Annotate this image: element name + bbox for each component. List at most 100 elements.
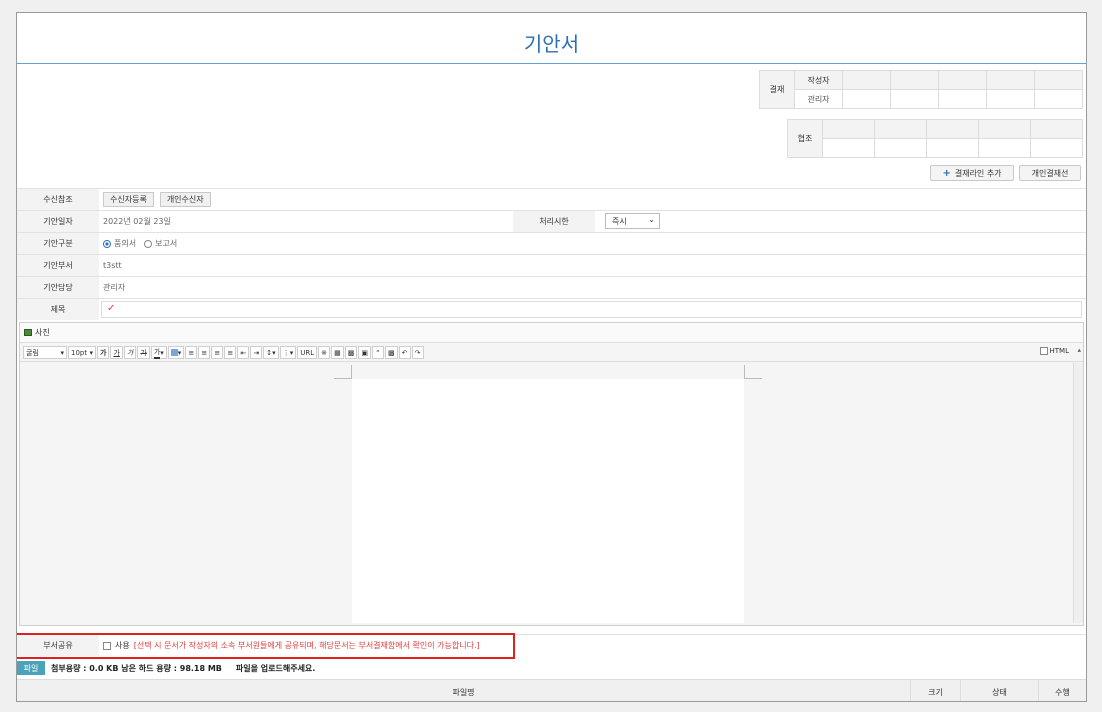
- coop-slot-head[interactable]: [822, 119, 875, 139]
- personal-approval-line-button[interactable]: 개인결재선: [1019, 165, 1081, 181]
- personal-approval-line-label: 개인결재선: [1031, 168, 1069, 178]
- background-icon[interactable]: ▩: [384, 346, 398, 359]
- register-receiver-button[interactable]: 수신자등록: [103, 192, 154, 207]
- col-filename: 파일명: [452, 687, 475, 697]
- approval-side-label: 결재: [759, 70, 795, 109]
- add-approval-line-label: 결재라인 추가: [954, 168, 1002, 178]
- redo-icon[interactable]: ↷: [411, 346, 424, 359]
- receiver-ref-label: 수신참조: [17, 189, 99, 210]
- manager-row: 기안담당 관리자: [17, 276, 1086, 298]
- align-justify-icon[interactable]: ≡: [224, 346, 237, 359]
- personal-receiver-button[interactable]: 개인수신자: [159, 192, 211, 207]
- align-left-icon[interactable]: ≡: [185, 346, 198, 359]
- table-icon[interactable]: ▦: [331, 346, 344, 359]
- coop-slot-head[interactable]: [978, 119, 1031, 139]
- image-insert-icon[interactable]: ▣: [358, 346, 371, 359]
- chevron-down-icon: ▾: [60, 348, 64, 357]
- add-approval-line-button[interactable]: + 결재라인 추가: [930, 165, 1014, 181]
- approval-slot[interactable]: [938, 89, 987, 109]
- file-button[interactable]: 파일: [17, 661, 45, 675]
- coop-slot-head[interactable]: [874, 119, 927, 139]
- font-color-button[interactable]: 가 ▾: [150, 346, 167, 359]
- radio-report[interactable]: [144, 239, 153, 248]
- outdent-icon[interactable]: ⇤: [237, 346, 250, 359]
- special-char-icon[interactable]: ※: [318, 346, 331, 359]
- approval-slot-role[interactable]: [890, 70, 939, 90]
- coop-slot-head[interactable]: [926, 119, 979, 139]
- approval-slot[interactable]: [842, 89, 891, 109]
- approval-table: 결재 작성자 관리자: [759, 70, 1083, 109]
- highlight-box: [17, 633, 515, 659]
- deadline-select[interactable]: 즉시 ⌄: [605, 213, 660, 229]
- coop-slot-head[interactable]: [1030, 119, 1083, 139]
- html-checkbox[interactable]: [1039, 347, 1048, 355]
- image-icon: [24, 329, 32, 336]
- approval-slot[interactable]: [1034, 89, 1083, 109]
- dept-row: 기안부서 t3stt: [17, 254, 1086, 276]
- collapse-icon[interactable]: ▴: [1077, 346, 1081, 354]
- draft-date-value: 2022년 02월 23일: [103, 217, 171, 226]
- photo-button[interactable]: 사진: [35, 327, 50, 338]
- align-right-icon[interactable]: ≡: [211, 346, 224, 359]
- bg-color-icon: [170, 349, 178, 356]
- manager-label: 기안담당: [17, 277, 99, 298]
- undo-icon[interactable]: ↶: [398, 346, 411, 359]
- coop-slot[interactable]: [1030, 138, 1083, 158]
- date-icon[interactable]: ▩: [344, 346, 358, 359]
- receiver-ref-buttons: 수신자등록 개인수신자: [103, 189, 217, 210]
- approval-slot-role[interactable]: [1034, 70, 1083, 90]
- coop-slot[interactable]: [822, 138, 875, 158]
- page-corner-left: [334, 365, 352, 379]
- bg-color-button[interactable]: ▾: [167, 346, 185, 359]
- italic-button[interactable]: 가: [123, 346, 137, 359]
- quote-icon[interactable]: “: [371, 346, 384, 359]
- indent-icon[interactable]: ⇥: [250, 346, 263, 359]
- approval-slot-role[interactable]: [938, 70, 987, 90]
- editor-scrollbar[interactable]: [1073, 363, 1083, 623]
- approval-slot-role[interactable]: [842, 70, 891, 90]
- approval-slot-role[interactable]: [986, 70, 1035, 90]
- approval-name: 관리자: [794, 89, 843, 109]
- approval-slot[interactable]: [890, 89, 939, 109]
- coop-slot[interactable]: [874, 138, 927, 158]
- plus-icon: +: [942, 167, 951, 179]
- col-status: 상태: [960, 680, 1038, 701]
- col-size: 크기: [910, 680, 960, 701]
- line-height-icon[interactable]: ↕▾: [263, 346, 279, 359]
- dept-value: t3stt: [103, 261, 122, 270]
- coop-slot[interactable]: [978, 138, 1031, 158]
- url-button[interactable]: URL: [297, 346, 318, 359]
- radio-proposal[interactable]: [103, 239, 111, 248]
- coop-side-label: 협조: [787, 119, 823, 158]
- list-icon[interactable]: ⋮▾: [279, 346, 297, 359]
- align-center-icon[interactable]: ≡: [198, 346, 211, 359]
- strike-button[interactable]: 가: [137, 346, 150, 359]
- chevron-down-icon: ▾: [160, 348, 164, 357]
- coop-slot[interactable]: [926, 138, 979, 158]
- deadline-label: 처리시한: [513, 211, 595, 232]
- approval-slot[interactable]: [986, 89, 1035, 109]
- editor-page[interactable]: [352, 379, 744, 623]
- cooperation-table: 협조: [787, 119, 1083, 158]
- file-usage: 첨부용량 : 0.0 KB 남은 하드 용량 : 98.18 MB: [51, 663, 222, 673]
- radio-report-label: 보고서: [155, 239, 178, 248]
- title-bar: 기안서: [17, 13, 1086, 64]
- page-corner-right: [744, 365, 762, 379]
- file-table-header: 파일명 크기 상태 수행: [17, 679, 1086, 701]
- html-label: HTML: [1049, 347, 1069, 355]
- font-family-select[interactable]: 굴림 ▾: [23, 346, 67, 359]
- bold-button[interactable]: 가: [97, 346, 110, 359]
- photo-bar: 사진: [20, 323, 1083, 343]
- dept-label: 기안부서: [17, 255, 99, 276]
- html-toggle[interactable]: HTML: [1039, 347, 1069, 355]
- draft-type-label: 기안구분: [17, 233, 99, 254]
- col-action: 수행: [1038, 680, 1086, 701]
- font-size-select[interactable]: 10pt ▾: [68, 346, 96, 359]
- subject-input[interactable]: ✓: [101, 301, 1082, 318]
- underline-button[interactable]: 가: [110, 346, 123, 359]
- draft-date-row: 기안일자 2022년 02월 23일 처리시한 즉시 ⌄: [17, 210, 1086, 232]
- required-check-icon: ✓: [107, 303, 116, 314]
- subject-label: 제목: [17, 299, 99, 320]
- editor-canvas: [20, 363, 1074, 623]
- font-size-value: 10pt: [71, 348, 88, 357]
